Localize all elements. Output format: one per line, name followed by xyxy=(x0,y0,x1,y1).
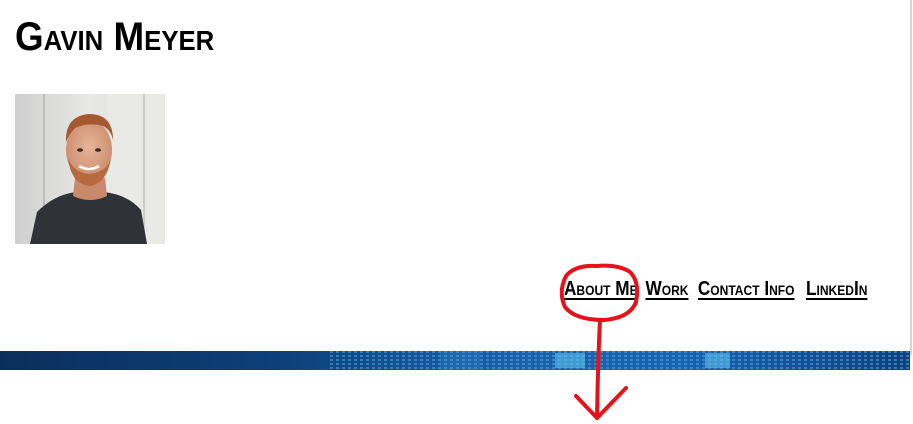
nav-link-linkedin[interactable]: LinkedIn xyxy=(806,278,867,301)
header-banner xyxy=(0,351,910,370)
main-nav: About Me Work Contact Info LinkedIn xyxy=(558,278,872,301)
nav-link-about-me[interactable]: About Me xyxy=(564,278,638,301)
profile-photo xyxy=(15,94,165,244)
nav-link-contact-info[interactable]: Contact Info xyxy=(698,278,795,301)
page-edge-divider xyxy=(910,0,912,355)
page: Gavin Meyer About Me Work Contact Info L… xyxy=(0,0,913,424)
profile-photo-image xyxy=(15,94,165,244)
site-title: Gavin Meyer xyxy=(15,15,215,59)
nav-link-work[interactable]: Work xyxy=(646,278,689,301)
banner-graphic xyxy=(0,351,910,370)
annotation-arrow-head xyxy=(574,386,628,420)
